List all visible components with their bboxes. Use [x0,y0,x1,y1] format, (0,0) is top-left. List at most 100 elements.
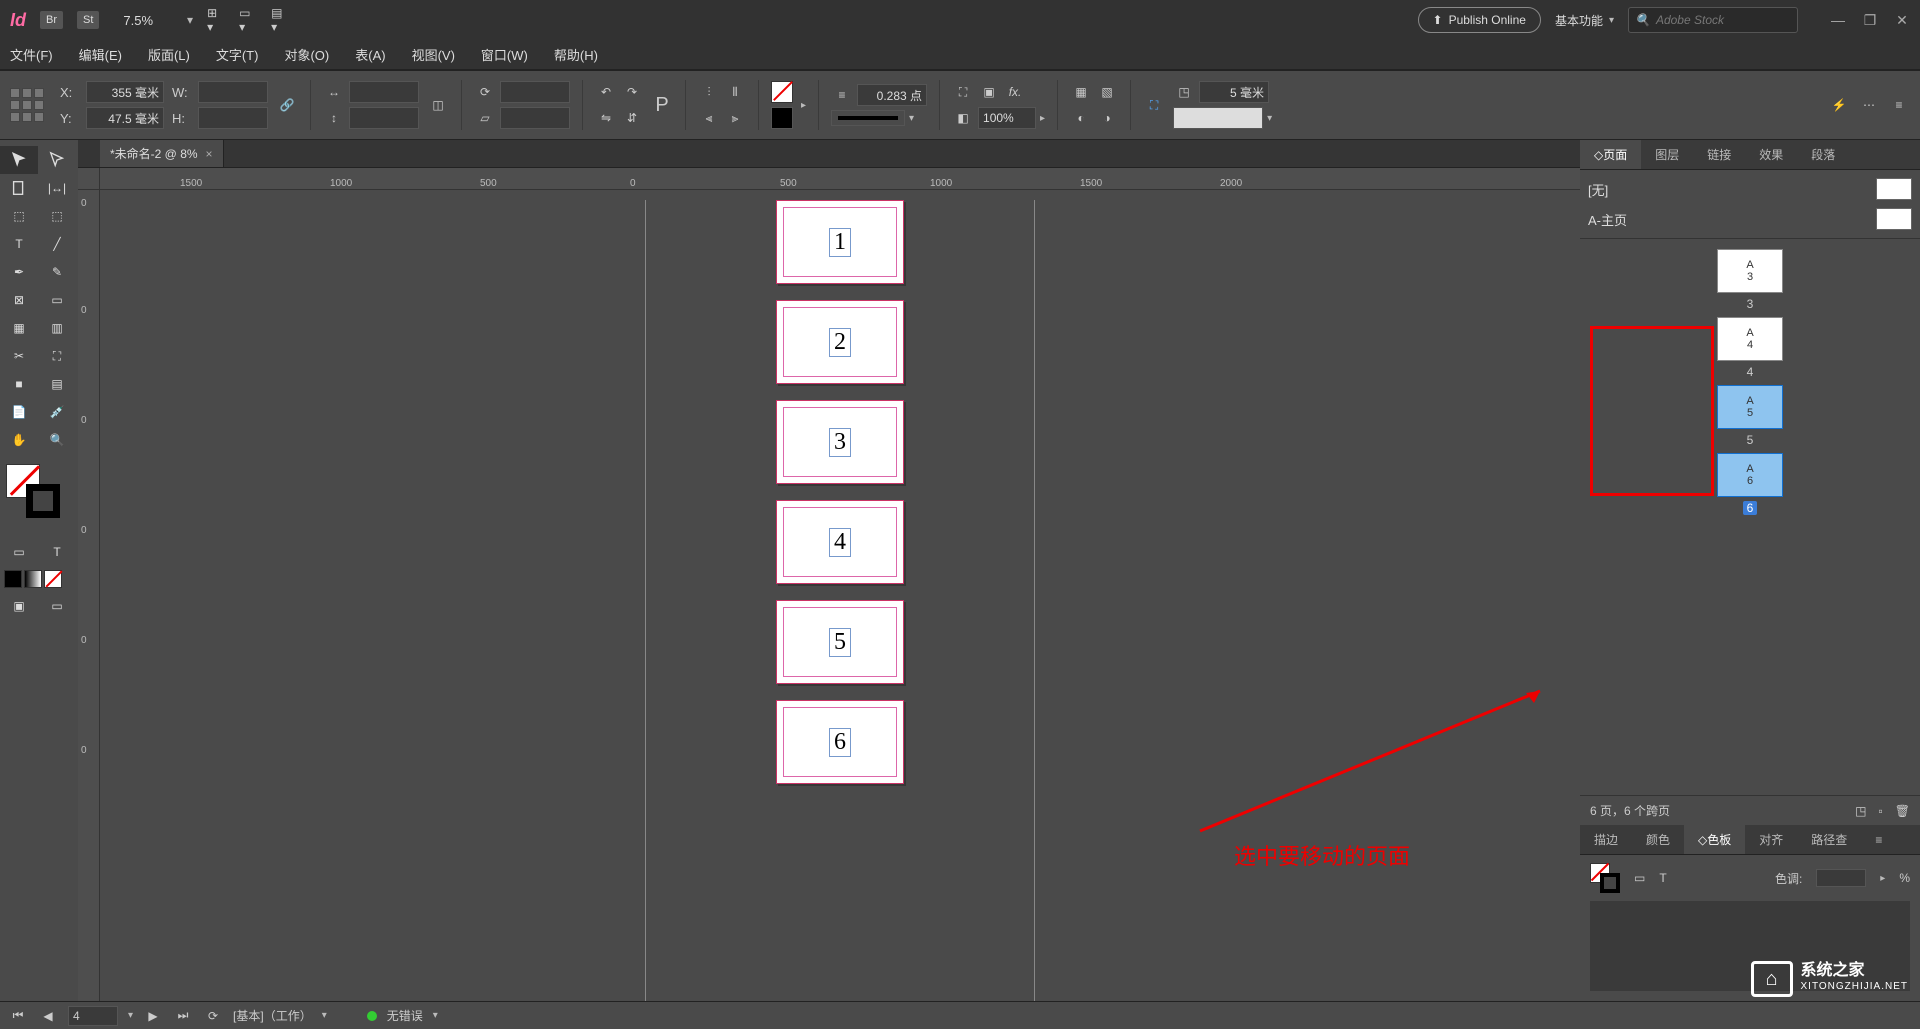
flip-v-icon[interactable]: ⇵ [621,107,643,129]
first-page-icon[interactable]: ⏮ [8,1006,28,1026]
stock-button[interactable]: St [77,11,99,29]
apply-none[interactable] [44,570,62,588]
canvas-page-4[interactable]: 4 [776,500,904,584]
scale-x-field[interactable] [349,81,419,103]
pasteboard[interactable]: 1 2 3 4 5 6 选中要移动的页面 [100,190,1580,1001]
tint-slider-icon[interactable]: ▸ [1880,873,1885,884]
gradient-swatch-tool[interactable]: ■ [0,370,38,398]
rotate-field[interactable] [500,81,570,103]
page-thumb-3[interactable]: A3 3 [1717,249,1783,311]
page-tool[interactable] [0,174,38,202]
fx-icon[interactable]: fx. [1004,81,1026,103]
panel-menu-icon[interactable]: ≡ [1861,825,1896,854]
menu-file[interactable]: 文件(F) [10,45,53,64]
grid-tool[interactable]: ▦ [0,314,38,342]
page-thumb-5[interactable]: A5 5 [1717,385,1783,447]
fit-content-icon[interactable]: ⛶ [952,81,974,103]
canvas-page-3[interactable]: 3 [776,400,904,484]
selection-tool[interactable] [0,146,38,174]
prefs-icon[interactable]: ⋯ [1858,94,1880,116]
y-field[interactable]: 47.5 毫米 [86,107,164,129]
normal-view-icon[interactable]: ▣ [0,592,38,620]
format-text-icon[interactable]: T [38,538,76,566]
last-page-icon[interactable]: ⏭ [173,1006,193,1026]
distribute-icon[interactable]: ⫴ [724,81,746,103]
delete-page-icon[interactable]: 🗑 [1895,804,1910,818]
table-tool[interactable]: ▥ [38,314,76,342]
w-field[interactable] [198,81,268,103]
menu-help[interactable]: 帮助(H) [554,45,598,64]
text-wrap3-icon[interactable]: ◐ [1070,107,1092,129]
align2-icon[interactable]: ⫷ [698,107,720,129]
tab-paragraph[interactable]: 段落 [1797,140,1849,169]
quick-apply-icon[interactable]: ⚡ [1828,94,1850,116]
format-container-icon[interactable]: ▭ [0,538,38,566]
preflight-profile[interactable]: [基本]（工作） [233,1007,312,1024]
view-options-icon[interactable]: ⊞ ▾ [207,11,225,29]
text-format-icon[interactable]: T [1659,871,1666,885]
zoom-tool[interactable]: 🔍 [38,426,76,454]
document-tab[interactable]: *未命名-2 @ 8% × [100,140,224,167]
apply-color[interactable] [4,570,22,588]
arrange-icon[interactable]: ▤ ▾ [271,11,289,29]
stock-search[interactable]: 🔍 Adobe Stock [1628,7,1798,33]
workspace-switcher[interactable]: 基本功能 ▾ [1555,12,1614,29]
minimize-button[interactable]: — [1830,12,1846,28]
pen-tool[interactable]: ✒ [0,258,38,286]
hand-tool[interactable]: ✋ [0,426,38,454]
rotate-cw-icon[interactable]: ↷ [621,81,643,103]
preview-icon[interactable]: ▭ [38,592,76,620]
zoom-level[interactable]: 7.5% [113,13,153,28]
canvas-page-1[interactable]: 1 [776,200,904,284]
tab-pages[interactable]: ◇ 页面 [1580,140,1641,169]
shear-field[interactable] [500,107,570,129]
corner-field[interactable]: 5 毫米 [1199,81,1269,103]
tab-swatches[interactable]: ◇ 色板 [1684,825,1745,854]
menu-icon[interactable]: ≡ [1888,94,1910,116]
text-wrap2-icon[interactable]: ▧ [1096,81,1118,103]
pencil-tool[interactable]: ✎ [38,258,76,286]
prev-page-icon[interactable]: ◀ [38,1006,58,1026]
text-wrap4-icon[interactable]: ◑ [1096,107,1118,129]
bridge-button[interactable]: Br [40,11,63,29]
constrain-icon[interactable]: 🔗 [276,94,298,116]
opacity-field[interactable]: 100% [978,107,1036,129]
gap-tool[interactable]: |↔| [38,174,76,202]
tab-links[interactable]: 链接 [1693,140,1745,169]
corner-shape-icon[interactable]: ◳ [1173,81,1195,103]
reference-point[interactable] [10,88,44,122]
zoom-dropdown[interactable]: ▾ [187,13,193,27]
ruler-horizontal[interactable]: 1500 1000 500 0 500 1000 1500 2000 [100,168,1580,190]
tab-layers[interactable]: 图层 [1641,140,1693,169]
restore-button[interactable]: ❐ [1862,12,1878,28]
scale-y-field[interactable] [349,107,419,129]
master-none[interactable]: [无] [1588,174,1912,204]
fill-swatch[interactable] [771,81,793,103]
page-thumb-4[interactable]: A4 4 [1717,317,1783,379]
stroke-weight-field[interactable]: 0.283 点 [857,84,927,106]
note-tool[interactable]: 📄 [0,398,38,426]
align-icon[interactable]: ⫶ [698,81,720,103]
new-page-icon[interactable]: ▫ [1879,804,1883,818]
stroke-swatch[interactable] [771,107,793,129]
preflight-errors[interactable]: 无错误 [387,1007,423,1024]
gradient-feather-tool[interactable]: ▤ [38,370,76,398]
publish-online-button[interactable]: ⬆ Publish Online [1418,7,1541,33]
next-page-icon[interactable]: ▶ [143,1006,163,1026]
menu-object[interactable]: 对象(O) [284,45,329,64]
page-thumb-6[interactable]: A6 6 [1717,453,1783,515]
menu-table[interactable]: 表(A) [355,45,385,64]
menu-view[interactable]: 视图(V) [412,45,455,64]
master-a[interactable]: A-主页 [1588,204,1912,234]
x-field[interactable]: 355 毫米 [86,81,164,103]
gradient-bar[interactable] [1173,107,1263,129]
canvas-page-5[interactable]: 5 [776,600,904,684]
scissors-tool[interactable]: ✂ [0,342,38,370]
distribute2-icon[interactable]: ⫸ [724,107,746,129]
fill-dropdown[interactable]: ▸ [801,100,806,111]
eyedropper-tool[interactable]: 💉 [38,398,76,426]
content-placer-tool[interactable]: ⬚ [38,202,76,230]
close-tab-icon[interactable]: × [206,147,213,161]
free-transform-tool[interactable]: ⛶ [38,342,76,370]
tab-align[interactable]: 对齐 [1745,825,1797,854]
